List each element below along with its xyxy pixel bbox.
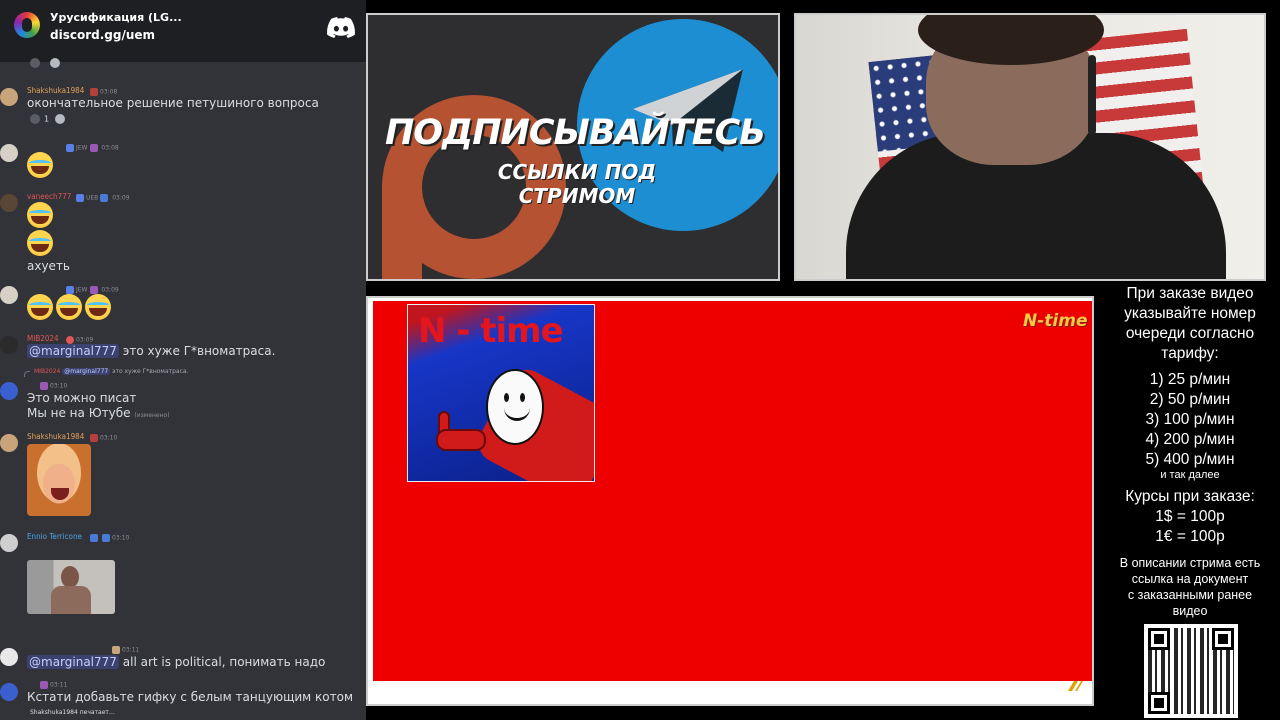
- media-canvas: N - time N-time: [373, 301, 1092, 681]
- description-line: видео: [1172, 604, 1208, 618]
- stream-overlay: Урусификация (LG... discord.gg/uem Shaks…: [0, 0, 1280, 720]
- message-text: Кстати добавьте гифку с белым танцующим …: [27, 690, 354, 704]
- description-line: с заказанными ранее: [1127, 588, 1253, 602]
- user-avatar[interactable]: [0, 88, 18, 106]
- username[interactable]: Shakshuka1984: [27, 86, 84, 95]
- ntime-logo: N-time: [1023, 311, 1088, 331]
- message-text: окончательное решение петушиного вопроса: [27, 96, 319, 110]
- message-timestamp: JEW 03:08: [64, 144, 119, 152]
- message-text-line2: Мы не на Ютубе (изменено): [27, 406, 170, 420]
- message-text: @marginal777 это хуже Г*вноматраса.: [27, 344, 276, 358]
- message-timestamp: 03:08: [88, 88, 117, 96]
- tariff-item: 2) 50 р/мин: [1149, 391, 1231, 408]
- user-avatar[interactable]: [0, 683, 18, 701]
- message-timestamp: UEB 03:09: [74, 194, 130, 202]
- user-avatar[interactable]: [0, 144, 18, 162]
- webcam-feed: [794, 13, 1266, 281]
- laughing-emoji-icon: [85, 294, 111, 320]
- reply-preview[interactable]: MIB2024 @marginal777 это хуже Г*вноматра…: [34, 368, 188, 375]
- thumbnail-title: N - time: [418, 311, 564, 351]
- reaction-row-previous[interactable]: [30, 58, 60, 70]
- username[interactable]: Shakshuka1984: [27, 432, 84, 441]
- message-timestamp: JEW 03:09: [64, 286, 119, 294]
- order-text-line: указывайте номер: [1124, 305, 1256, 322]
- user-mention[interactable]: @marginal777: [27, 655, 119, 669]
- message-video-attachment[interactable]: [27, 560, 115, 614]
- discord-chat-panel: Урусификация (LG... discord.gg/uem Shaks…: [0, 0, 366, 720]
- reaction-chip[interactable]: 1: [30, 114, 66, 126]
- server-icon: [14, 12, 40, 38]
- reply-connector: [24, 371, 30, 377]
- promo-title: ПОДПИСЫВАЙТЕСЬ: [385, 113, 766, 153]
- server-name: Урусификация (LG...: [50, 11, 182, 24]
- rate-eur: 1€ = 100р: [1155, 528, 1225, 545]
- laughing-emoji-icon: [27, 230, 53, 256]
- user-avatar[interactable]: [0, 648, 18, 666]
- tariff-item: 3) 100 р/мин: [1145, 411, 1235, 428]
- order-text-line: очереди согласно: [1125, 325, 1255, 342]
- message-image-attachment[interactable]: [27, 444, 91, 516]
- message-text: ахуеть: [27, 259, 71, 273]
- user-mention[interactable]: @marginal777: [27, 344, 119, 358]
- ntime-thumbnail: N - time: [407, 304, 595, 482]
- tariff-item: 1) 25 р/мин: [1149, 371, 1231, 388]
- tariff-etc: и так далее: [1160, 469, 1220, 481]
- message-timestamp: 03:11: [38, 681, 67, 689]
- order-text-line: При заказе видео: [1126, 285, 1254, 302]
- tariff-item: 4) 200 р/мин: [1145, 431, 1235, 448]
- message-timestamp: 03:09: [64, 336, 93, 344]
- discord-server-header[interactable]: Урусификация (LG... discord.gg/uem: [0, 0, 366, 62]
- typing-indicator: Shakshuka1984 печатает…: [30, 709, 115, 716]
- reaction-emoji-icon: [30, 114, 40, 124]
- message-text: @marginal777 all art is political, поним…: [27, 655, 326, 669]
- pencil-icon: [1068, 681, 1083, 691]
- laughing-emoji-icon: [27, 152, 53, 178]
- qr-code[interactable]: [1144, 624, 1238, 718]
- promo-subtitle: ССЫЛКИ ПОД СТРИМОМ: [497, 160, 657, 208]
- rates-title: Курсы при заказе:: [1125, 488, 1255, 505]
- username[interactable]: vaneech777: [27, 192, 71, 201]
- subscribe-promo-panel: ПОДПИСЫВАЙТЕСЬ ССЫЛКИ ПОД СТРИМОМ: [366, 13, 780, 281]
- tariff-item: 5) 400 р/мин: [1145, 451, 1235, 468]
- role-badge-icon: [90, 88, 98, 96]
- rate-usd: 1$ = 100р: [1155, 508, 1225, 525]
- message-timestamp: 03:10: [38, 382, 67, 390]
- message-timestamp: 03:10: [88, 534, 129, 542]
- laughing-emoji-icon: [27, 294, 53, 320]
- user-avatar[interactable]: [0, 194, 18, 212]
- description-line: В описании стрима есть: [1119, 556, 1261, 570]
- media-player-panel: N - time N-time: [366, 296, 1094, 706]
- user-avatar[interactable]: [0, 382, 18, 400]
- add-reaction-icon[interactable]: [55, 114, 66, 124]
- laughing-emoji-icon: [56, 294, 82, 320]
- message-timestamp: 03:11: [110, 646, 139, 654]
- user-avatar[interactable]: [0, 286, 18, 304]
- message-text-line1: Это можно писат: [27, 391, 137, 405]
- message-timestamp: 03:10: [88, 434, 117, 442]
- discord-logo-icon: [327, 17, 355, 38]
- laughing-emoji-icon: [27, 202, 53, 228]
- headset-mic: [1088, 55, 1096, 135]
- username[interactable]: MIB2024: [27, 334, 59, 343]
- username[interactable]: Ennio Terricone: [27, 532, 82, 541]
- thumbs-up-icon: [436, 429, 486, 451]
- order-text-line: тарифу:: [1161, 345, 1219, 362]
- order-info-panel: При заказе видео указывайте номер очеред…: [1100, 282, 1280, 720]
- server-invite-link[interactable]: discord.gg/uem: [50, 28, 155, 42]
- user-avatar[interactable]: [0, 534, 18, 552]
- user-avatar[interactable]: [0, 434, 18, 452]
- description-line: ссылка на документ: [1131, 572, 1249, 586]
- user-avatar[interactable]: [0, 336, 18, 354]
